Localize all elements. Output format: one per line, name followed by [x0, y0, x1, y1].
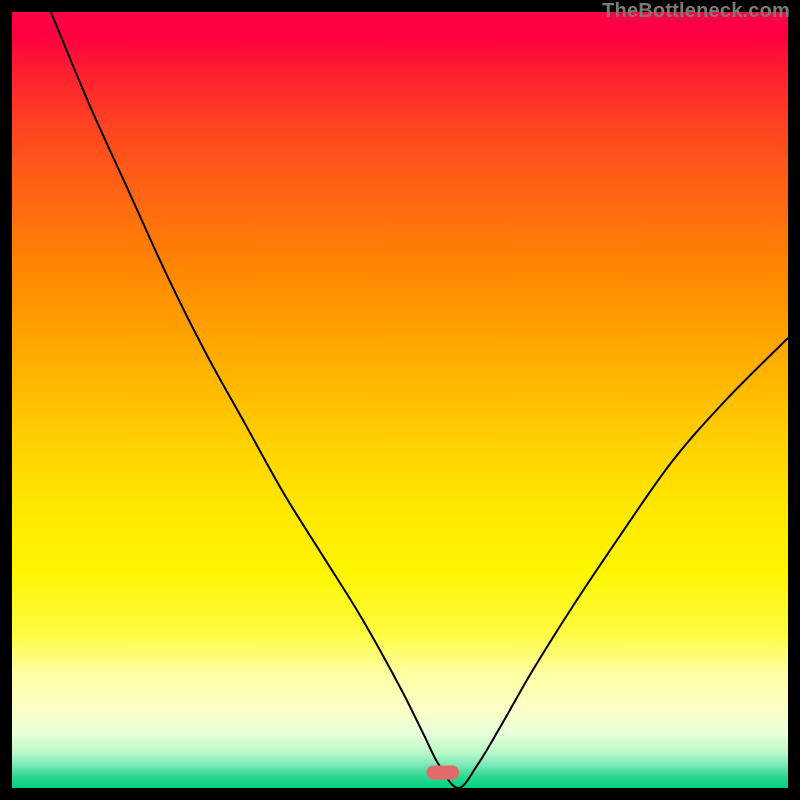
- chart-frame: TheBottleneck.com: [0, 0, 800, 800]
- optimum-marker: [12, 12, 788, 788]
- plot-area: [12, 12, 788, 788]
- watermark-text: TheBottleneck.com: [602, 0, 790, 23]
- optimum-marker-pill: [426, 766, 459, 780]
